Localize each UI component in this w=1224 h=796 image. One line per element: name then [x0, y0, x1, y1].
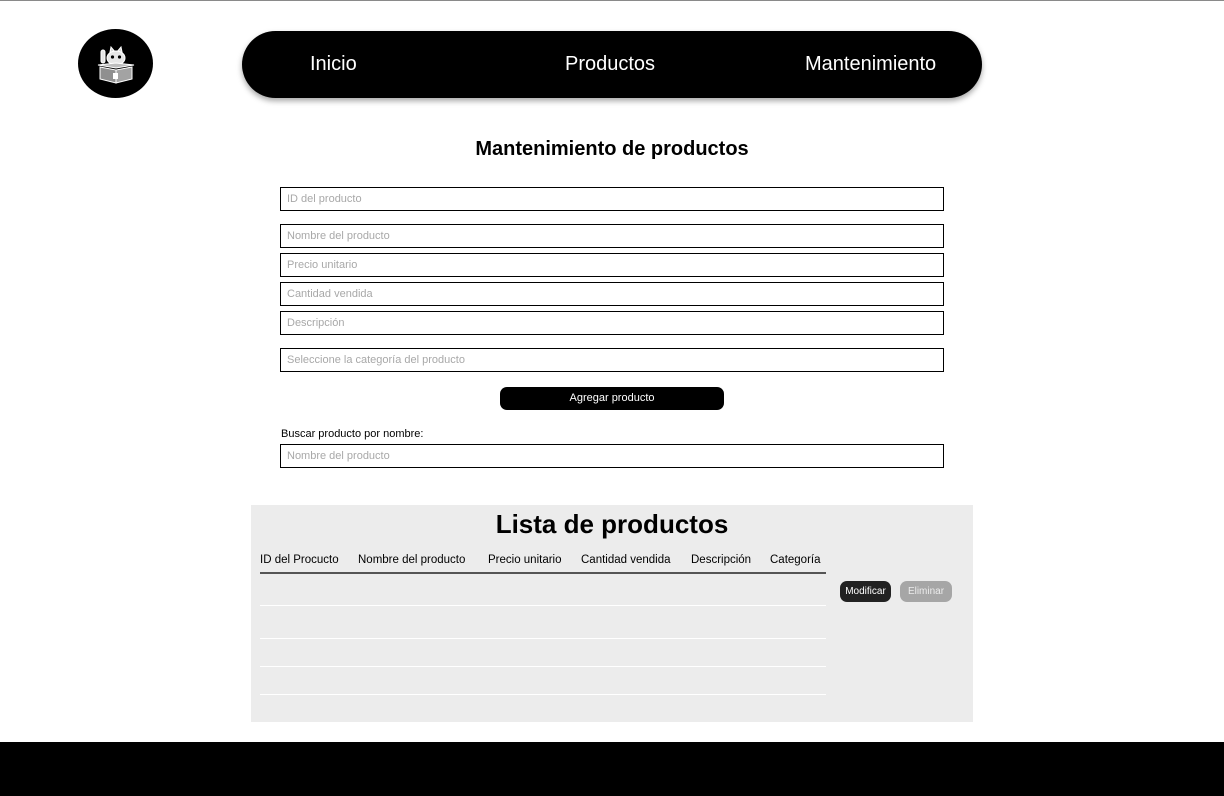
- product-name-input[interactable]: [280, 224, 944, 248]
- list-title: Lista de productos: [495, 509, 729, 539]
- table-row-divider: [260, 638, 826, 639]
- add-product-button[interactable]: Agregar producto: [500, 387, 724, 410]
- description-input[interactable]: [280, 311, 944, 335]
- quantity-sold-input[interactable]: [280, 282, 944, 306]
- column-header-id: ID del Procucto: [260, 554, 339, 566]
- category-select[interactable]: [280, 348, 944, 372]
- main-navbar: Inicio Productos Mantenimiento: [242, 31, 982, 98]
- column-header-category: Categoría: [770, 554, 821, 566]
- column-header-price: Precio unitario: [488, 554, 562, 566]
- table-row-divider: [260, 605, 826, 606]
- top-border: [0, 0, 1224, 1]
- column-header-name: Nombre del producto: [358, 554, 466, 566]
- product-id-input[interactable]: [280, 187, 944, 211]
- nav-item-mantenimiento[interactable]: Mantenimiento: [805, 52, 936, 76]
- nav-item-inicio[interactable]: Inicio: [310, 52, 357, 76]
- cat-in-box-icon: [97, 45, 134, 84]
- logo[interactable]: [78, 29, 153, 98]
- unit-price-input[interactable]: [280, 253, 944, 277]
- search-label: Buscar producto por nombre:: [281, 428, 424, 440]
- column-header-quantity: Cantidad vendida: [581, 554, 671, 566]
- product-list-panel: Lista de productos ID del Procucto Nombr…: [251, 505, 973, 722]
- table-row-divider: [260, 694, 826, 695]
- delete-button[interactable]: Eliminar: [900, 581, 952, 602]
- footer: [0, 742, 1224, 796]
- table-row-divider: [260, 666, 826, 667]
- search-input[interactable]: [280, 444, 944, 468]
- table-header-divider: [260, 572, 826, 574]
- modify-button[interactable]: Modificar: [840, 581, 891, 602]
- nav-item-productos[interactable]: Productos: [565, 52, 655, 76]
- page-title: Mantenimiento de productos: [475, 138, 749, 160]
- column-header-description: Descripción: [691, 554, 752, 566]
